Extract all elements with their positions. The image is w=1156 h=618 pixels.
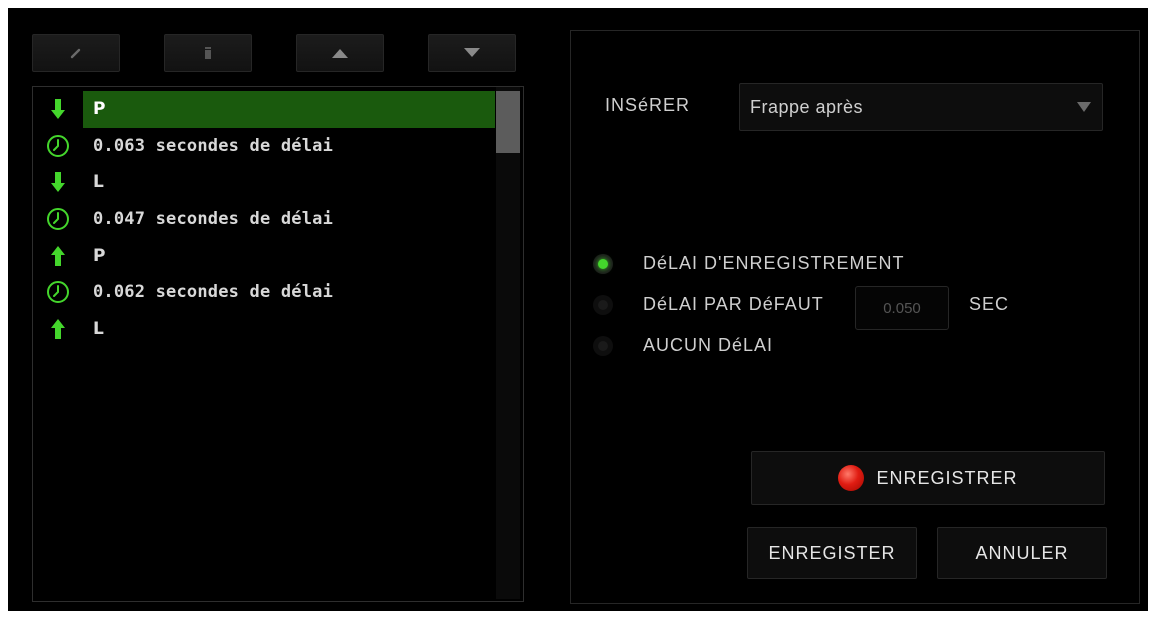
list-scrollbar[interactable] — [496, 87, 520, 599]
save-button[interactable]: ENREGISTER — [747, 527, 917, 579]
delay-unit-label: SEC — [969, 294, 1010, 314]
scrollbar-thumb[interactable] — [496, 91, 520, 153]
macro-settings-panel: INSéRER Frappe après DéLAI D'ENREGISTREM… — [570, 30, 1140, 604]
macro-event-label: 0.047 secondes de délai — [93, 209, 334, 230]
default-delay-label: DéLAI PAR DéFAUT — [643, 294, 824, 314]
default-delay-input[interactable] — [855, 286, 949, 330]
macro-event-list: P 0.063 secondes de délai L 0.047 second… — [32, 86, 524, 602]
pencil-icon — [69, 46, 83, 60]
move-up-button[interactable] — [296, 34, 384, 72]
clock-icon — [33, 274, 83, 311]
no-delay-label: AUCUN DéLAI — [643, 335, 774, 355]
no-delay-radio[interactable] — [593, 335, 613, 356]
macro-event-row[interactable]: L — [33, 311, 495, 348]
macro-event-row[interactable]: L — [33, 164, 495, 201]
arrow-up-icon — [331, 47, 349, 59]
default-delay-radio[interactable] — [593, 294, 613, 315]
macro-event-row[interactable]: P — [33, 91, 495, 128]
record-delay-radio[interactable] — [593, 253, 613, 274]
record-button-label: ENREGISTRER — [876, 467, 1018, 488]
clock-icon — [33, 201, 83, 238]
trash-icon — [202, 46, 214, 60]
insert-dropdown-value: Frappe après — [750, 96, 864, 117]
macro-event-label: 0.062 secondes de délai — [93, 282, 334, 303]
macro-event-label: P — [83, 91, 495, 128]
delay-options: DéLAI D'ENREGISTREMENT DéLAI PAR DéFAUT … — [593, 243, 1113, 366]
record-icon — [838, 465, 865, 491]
move-down-button[interactable] — [428, 34, 516, 72]
macro-event-label: L — [93, 172, 105, 193]
arrow-down-icon — [463, 47, 481, 59]
macro-event-label: 0.063 secondes de délai — [93, 135, 334, 156]
key-down-arrow-icon — [33, 91, 83, 128]
record-delay-label: DéLAI D'ENREGISTREMENT — [643, 253, 905, 273]
cancel-button-label: ANNULER — [975, 542, 1069, 563]
default-delay-option[interactable]: DéLAI PAR DéFAUT SEC — [593, 284, 1113, 330]
no-delay-option[interactable]: AUCUN DéLAI — [593, 325, 1113, 366]
macro-event-row[interactable]: 0.047 secondes de délai — [33, 201, 495, 238]
record-button[interactable]: ENREGISTRER — [751, 451, 1105, 505]
insert-dropdown[interactable]: Frappe après — [739, 83, 1103, 131]
macro-event-row[interactable]: 0.062 secondes de délai — [33, 274, 495, 311]
cancel-button[interactable]: ANNULER — [937, 527, 1107, 579]
macro-event-label: P — [93, 245, 106, 266]
macro-event-row[interactable]: 0.063 secondes de délai — [33, 128, 495, 165]
delete-button[interactable] — [164, 34, 252, 72]
macro-event-row[interactable]: P — [33, 237, 495, 274]
macro-event-rows: P 0.063 secondes de délai L 0.047 second… — [33, 91, 495, 347]
macro-list-panel: P 0.063 secondes de délai L 0.047 second… — [32, 30, 528, 602]
key-up-arrow-icon — [33, 237, 83, 274]
chevron-down-icon — [1066, 102, 1102, 112]
macro-event-label: L — [93, 318, 105, 339]
macro-toolbar — [32, 34, 528, 76]
macro-editor-window: P 0.063 secondes de délai L 0.047 second… — [8, 8, 1148, 611]
key-down-arrow-icon — [33, 164, 83, 201]
save-button-label: ENREGISTER — [768, 542, 896, 563]
insert-label: INSéRER — [605, 95, 691, 115]
key-up-arrow-icon — [33, 311, 83, 348]
clock-icon — [33, 128, 83, 165]
record-delay-option[interactable]: DéLAI D'ENREGISTREMENT — [593, 243, 1113, 284]
edit-button[interactable] — [32, 34, 120, 72]
